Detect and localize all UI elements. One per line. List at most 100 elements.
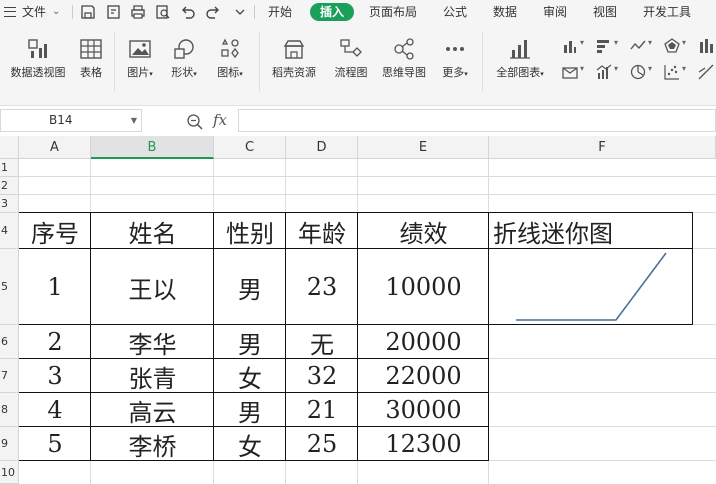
more-button[interactable]: 更多▾ bbox=[436, 36, 474, 80]
tab-view[interactable]: 视图 bbox=[593, 0, 617, 24]
table-cell[interactable]: 王以 bbox=[91, 249, 214, 325]
print-preview-icon[interactable] bbox=[155, 4, 171, 20]
table-cell[interactable]: 12300 bbox=[358, 427, 489, 461]
table-cell[interactable]: 男 bbox=[214, 325, 286, 359]
fx-icon[interactable]: fx bbox=[213, 111, 227, 129]
undo-icon[interactable] bbox=[180, 4, 196, 20]
row-header-6[interactable]: 6 bbox=[0, 325, 19, 359]
tab-page-layout[interactable]: 页面布局 bbox=[369, 0, 417, 24]
radar-chart-button[interactable]: ▾ bbox=[664, 36, 694, 56]
table-cell[interactable]: 30000 bbox=[358, 393, 489, 427]
row-header-10[interactable]: 10 bbox=[0, 461, 19, 484]
table-cell[interactable]: 21 bbox=[286, 393, 358, 427]
header-cell-gender[interactable]: 性别 bbox=[214, 213, 286, 249]
mindmap-icon bbox=[391, 36, 417, 62]
table-cell[interactable]: 4 bbox=[19, 393, 91, 427]
file-menu[interactable]: 文件 ⌄ bbox=[4, 0, 66, 24]
tab-review[interactable]: 审阅 bbox=[543, 0, 567, 24]
chevron-down-icon[interactable]: ▼ bbox=[131, 110, 137, 131]
scatter-chart-button[interactable]: ▾ bbox=[664, 62, 694, 82]
stock-chart-button[interactable]: ▾ bbox=[562, 62, 592, 82]
customize-toolbar-icon[interactable] bbox=[232, 4, 248, 20]
column-header-c[interactable]: C bbox=[214, 136, 286, 159]
table-cell[interactable]: 5 bbox=[19, 427, 91, 461]
save-icon[interactable] bbox=[80, 4, 96, 20]
table-cell[interactable]: 20000 bbox=[358, 325, 489, 359]
header-cell-name[interactable]: 姓名 bbox=[91, 213, 214, 249]
column-header-f[interactable]: F bbox=[489, 136, 716, 159]
row-header-8[interactable]: 8 bbox=[0, 393, 19, 427]
table-cell[interactable]: 李桥 bbox=[91, 427, 214, 461]
docer-store-icon bbox=[281, 36, 307, 62]
formula-input[interactable] bbox=[238, 109, 716, 132]
table-cell[interactable]: 李华 bbox=[91, 325, 214, 359]
redo-icon[interactable] bbox=[205, 4, 221, 20]
combo-chart-button[interactable] bbox=[698, 36, 716, 56]
table-cell[interactable]: 张青 bbox=[91, 359, 214, 393]
flowchart-icon bbox=[338, 36, 364, 62]
pivot-chart-button[interactable]: 数据透视图 bbox=[6, 36, 70, 80]
table-button[interactable]: 表格 bbox=[76, 36, 106, 80]
table-cell[interactable]: 22000 bbox=[358, 359, 489, 393]
bar-chart-button[interactable]: ▾ bbox=[596, 36, 626, 56]
area-chart-button[interactable]: ▾ bbox=[596, 62, 626, 82]
bar-chart-icon bbox=[507, 36, 533, 62]
file-menu-label: 文件 bbox=[22, 5, 47, 19]
column-header-d[interactable]: D bbox=[286, 136, 358, 159]
zoom-icon[interactable] bbox=[186, 113, 204, 131]
row-header-9[interactable]: 9 bbox=[0, 427, 19, 461]
picture-button[interactable]: 图片▾ bbox=[121, 36, 159, 80]
table-cell[interactable]: 25 bbox=[286, 427, 358, 461]
row-header-1[interactable]: 1 bbox=[0, 159, 19, 177]
shape-button[interactable]: 形状▾ bbox=[165, 36, 203, 80]
table-cell[interactable]: 高云 bbox=[91, 393, 214, 427]
table-cell[interactable]: 女 bbox=[214, 359, 286, 393]
header-cell-sparkline[interactable]: 折线迷你图 bbox=[489, 213, 693, 249]
row-header-4[interactable]: 4 bbox=[0, 213, 19, 249]
export-pdf-icon[interactable] bbox=[106, 4, 122, 20]
print-icon[interactable] bbox=[130, 4, 146, 20]
row-header-2[interactable]: 2 bbox=[0, 177, 19, 195]
table-border bbox=[90, 212, 91, 461]
icon-button[interactable]: 图标▾ bbox=[211, 36, 249, 80]
mindmap-button[interactable]: 思维导图 bbox=[378, 36, 430, 80]
tab-formulas[interactable]: 公式 bbox=[443, 0, 467, 24]
header-cell-age[interactable]: 年龄 bbox=[286, 213, 358, 249]
name-box[interactable]: B14 ▼ bbox=[0, 109, 142, 132]
column-header-e[interactable]: E bbox=[358, 136, 489, 159]
tab-developer[interactable]: 开发工具 bbox=[643, 0, 691, 24]
table-cell[interactable]: 2 bbox=[19, 325, 91, 359]
header-cell-index[interactable]: 序号 bbox=[19, 213, 91, 249]
row-header-5[interactable]: 5 bbox=[0, 249, 19, 325]
table-cell[interactable]: 男 bbox=[214, 393, 286, 427]
table-cell[interactable]: 3 bbox=[19, 359, 91, 393]
table-cell[interactable]: 男 bbox=[214, 249, 286, 325]
column-chart-icon bbox=[564, 41, 576, 53]
tab-home[interactable]: 开始 bbox=[268, 0, 292, 24]
all-charts-button[interactable]: 全部图表▾ bbox=[490, 36, 550, 80]
select-all-corner[interactable] bbox=[0, 136, 19, 159]
header-cell-performance[interactable]: 绩效 bbox=[358, 213, 489, 249]
column-header-a[interactable]: A bbox=[19, 136, 91, 159]
table-cell[interactable]: 32 bbox=[286, 359, 358, 393]
line-chart-button[interactable]: ▾ bbox=[630, 36, 660, 56]
row-header-7[interactable]: 7 bbox=[0, 359, 19, 393]
column-header-b[interactable]: B bbox=[91, 136, 214, 159]
table-cell[interactable]: 10000 bbox=[358, 249, 489, 325]
table-cell[interactable]: 23 bbox=[286, 249, 358, 325]
table-cell[interactable]: 无 bbox=[286, 325, 358, 359]
table-cell[interactable]: 女 bbox=[214, 427, 286, 461]
table-border bbox=[692, 212, 693, 325]
flowchart-button[interactable]: 流程图 bbox=[330, 36, 372, 80]
tab-data[interactable]: 数据 bbox=[493, 0, 517, 24]
other-chart-icon bbox=[698, 64, 714, 80]
tab-insert[interactable]: 插入 bbox=[310, 3, 355, 21]
picture-label: 图片▾ bbox=[127, 66, 153, 79]
sparkline-chart[interactable] bbox=[490, 249, 692, 325]
pie-chart-button[interactable]: ▾ bbox=[630, 62, 660, 82]
table-cell[interactable]: 1 bbox=[19, 249, 91, 325]
docer-resources-button[interactable]: 稻壳资源 bbox=[266, 36, 322, 80]
row-header-3[interactable]: 3 bbox=[0, 195, 19, 213]
other-chart-button[interactable] bbox=[698, 62, 716, 82]
column-chart-button[interactable]: ▾ bbox=[562, 36, 592, 56]
